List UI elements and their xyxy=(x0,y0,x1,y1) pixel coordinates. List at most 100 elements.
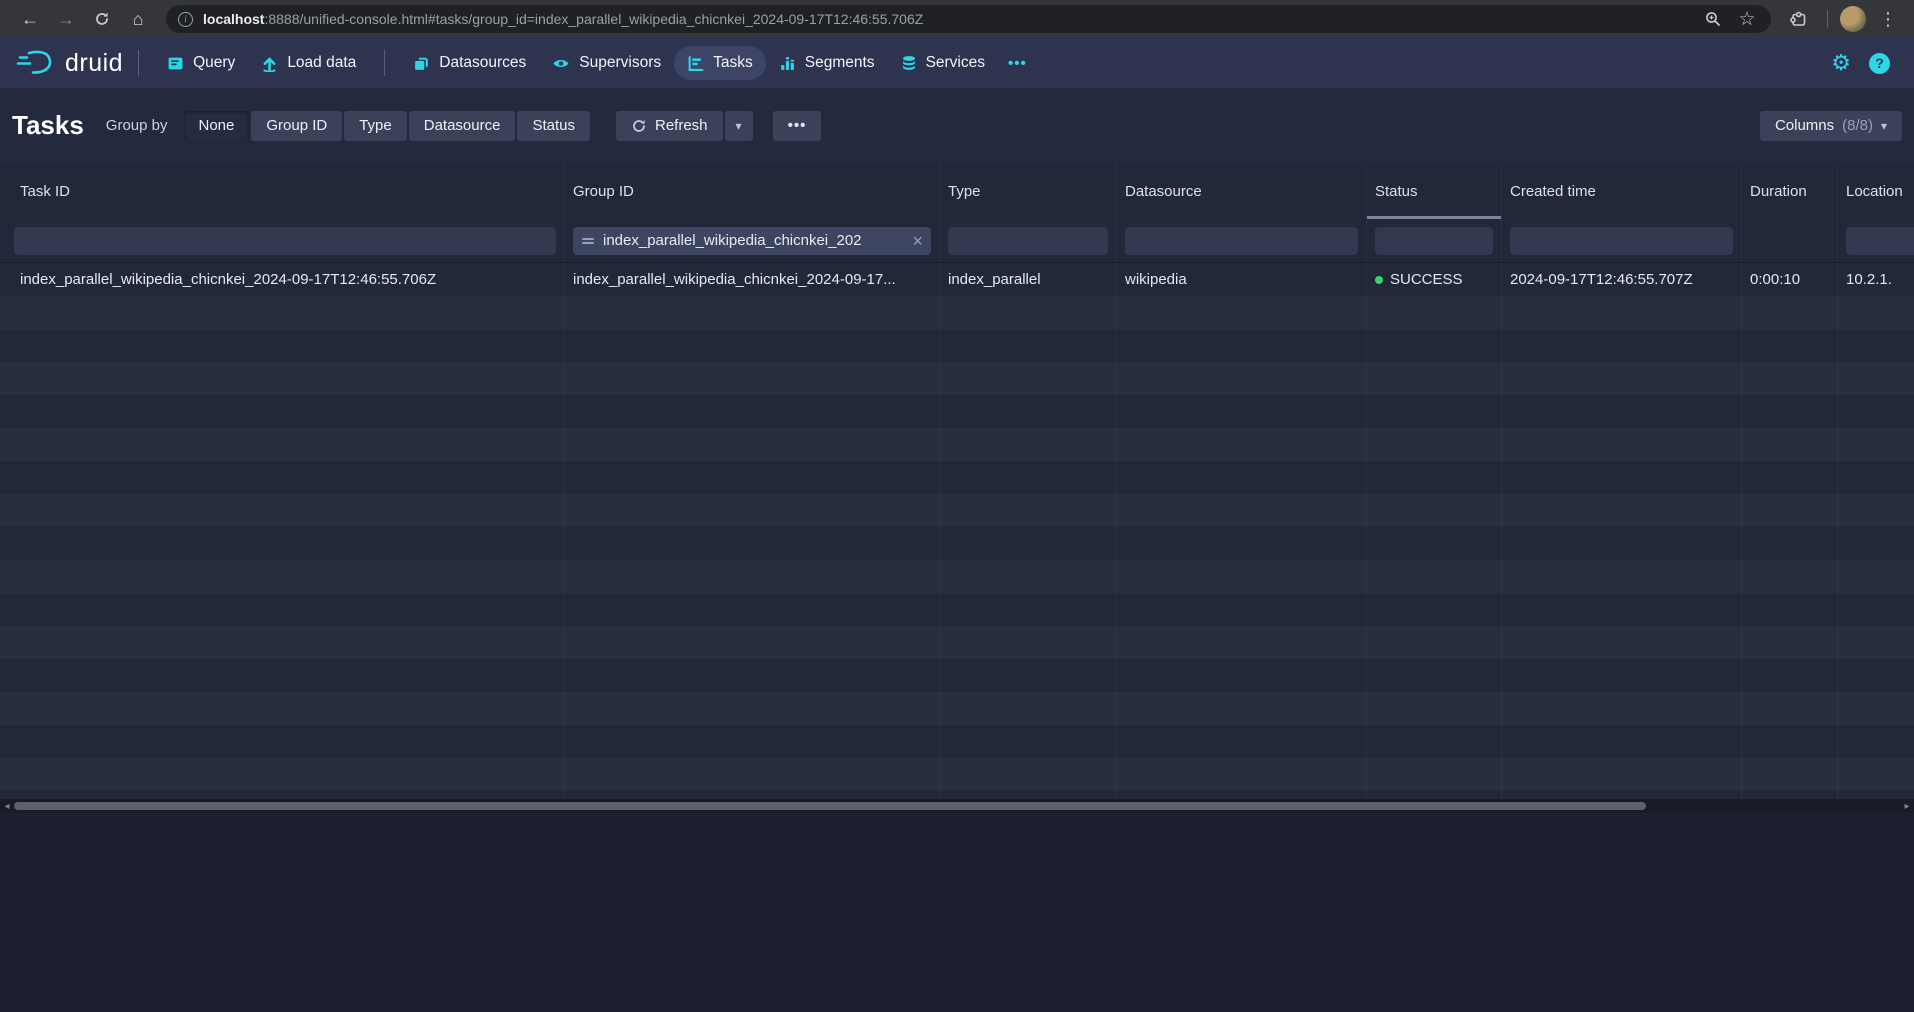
column-header-created-time[interactable]: Created time xyxy=(1502,163,1742,219)
empty-cell xyxy=(1117,725,1367,758)
column-header-location[interactable]: Location xyxy=(1838,163,1914,219)
cell-task-id[interactable]: index_parallel_wikipedia_chicnkei_2024-0… xyxy=(0,263,565,296)
column-header-type[interactable]: Type xyxy=(940,163,1117,219)
table-row-empty xyxy=(0,626,1914,659)
group-id-filter-chip[interactable]: index_parallel_wikipedia_chicnkei_202 × xyxy=(573,227,931,255)
empty-cell xyxy=(1117,461,1367,494)
bookmark-star-icon[interactable]: ☆ xyxy=(1735,4,1759,34)
cell-status[interactable]: SUCCESS xyxy=(1367,263,1502,296)
nav-item-tasks[interactable]: Tasks xyxy=(674,46,766,80)
reload-icon[interactable] xyxy=(86,4,118,34)
empty-cell xyxy=(1838,659,1914,692)
empty-cell xyxy=(1367,758,1502,791)
query-icon xyxy=(167,55,184,72)
empty-cell xyxy=(1367,560,1502,593)
bar-chart-icon xyxy=(779,55,796,72)
column-header-datasource[interactable]: Datasource xyxy=(1117,163,1367,219)
empty-cell xyxy=(1838,626,1914,659)
refresh-icon xyxy=(631,118,647,134)
columns-button[interactable]: Columns (8/8) ▾ xyxy=(1760,111,1902,141)
empty-cell xyxy=(1838,362,1914,395)
settings-gear-icon[interactable]: ⚙ xyxy=(1821,50,1861,76)
chevron-down-icon: ▾ xyxy=(736,119,742,133)
empty-cell xyxy=(0,395,565,428)
empty-cell xyxy=(1502,395,1742,428)
empty-cell xyxy=(1838,725,1914,758)
nav-item-services[interactable]: Services xyxy=(888,46,998,80)
empty-cell xyxy=(1367,395,1502,428)
clear-filter-icon[interactable]: × xyxy=(912,232,923,250)
cell-created-time[interactable]: 2024-09-17T12:46:55.707Z xyxy=(1502,263,1742,296)
nav-item-datasources[interactable]: Datasources xyxy=(400,46,539,80)
nav-item-segments[interactable]: Segments xyxy=(766,46,888,80)
group-by-datasource-button[interactable]: Datasource xyxy=(409,111,516,141)
cell-group-id[interactable]: index_parallel_wikipedia_chicnkei_2024-0… xyxy=(565,263,940,296)
scroll-left-icon[interactable]: ◂ xyxy=(0,799,14,813)
task-id-filter-input[interactable] xyxy=(14,227,556,255)
column-header-task-id[interactable]: Task ID xyxy=(0,163,565,219)
tasks-table: Task ID Group ID Type Datasource Status … xyxy=(0,163,1914,813)
more-actions-button[interactable]: ••• xyxy=(773,111,822,141)
address-bar[interactable]: i localhost:8888/unified-console.html#ta… xyxy=(166,5,1771,33)
help-icon[interactable]: ? xyxy=(1869,53,1890,74)
browser-toolbar: ← → ⌂ i localhost:8888/unified-console.h… xyxy=(0,0,1914,38)
column-header-duration[interactable]: Duration xyxy=(1742,163,1838,219)
cell-location[interactable]: 10.2.1. xyxy=(1838,263,1914,296)
forward-icon[interactable]: → xyxy=(50,4,82,34)
empty-cell xyxy=(1117,626,1367,659)
location-filter-input[interactable] xyxy=(1846,227,1914,255)
table-row-empty xyxy=(0,494,1914,527)
status-text: SUCCESS xyxy=(1390,271,1463,288)
nav-more-icon[interactable]: ••• xyxy=(998,47,1037,80)
empty-cell xyxy=(1502,659,1742,692)
cell-duration[interactable]: 0:00:10 xyxy=(1742,263,1838,296)
empty-cell xyxy=(565,461,940,494)
gantt-icon xyxy=(687,55,704,72)
empty-cell xyxy=(1838,593,1914,626)
table-row[interactable]: index_parallel_wikipedia_chicnkei_2024-0… xyxy=(0,263,1914,296)
horizontal-scrollbar[interactable]: ◂ ▸ xyxy=(0,799,1914,813)
nav-item-load-data[interactable]: Load data xyxy=(248,46,369,80)
group-by-type-button[interactable]: Type xyxy=(344,111,407,141)
empty-cell xyxy=(1117,593,1367,626)
empty-cell xyxy=(0,560,565,593)
group-by-none-button[interactable]: None xyxy=(184,111,250,141)
empty-cell xyxy=(565,494,940,527)
scroll-right-icon[interactable]: ▸ xyxy=(1900,799,1914,813)
cell-type[interactable]: index_parallel xyxy=(940,263,1117,296)
brand-name: druid xyxy=(65,49,123,78)
empty-cell xyxy=(565,593,940,626)
empty-cell xyxy=(1367,659,1502,692)
druid-brand[interactable]: druid xyxy=(16,48,123,78)
group-by-group-id-button[interactable]: Group ID xyxy=(251,111,342,141)
layers-icon xyxy=(413,55,430,72)
column-header-status[interactable]: Status xyxy=(1367,163,1502,219)
created-time-filter-input[interactable] xyxy=(1510,227,1733,255)
page-background xyxy=(0,813,1914,1012)
empty-cell xyxy=(940,329,1117,362)
group-by-status-button[interactable]: Status xyxy=(517,111,590,141)
empty-cell xyxy=(1838,527,1914,560)
empty-cell xyxy=(0,758,565,791)
chevron-down-icon: ▾ xyxy=(1881,119,1887,133)
refresh-button[interactable]: Refresh xyxy=(616,111,723,141)
table-row-empty xyxy=(0,362,1914,395)
scrollbar-thumb[interactable] xyxy=(14,802,1646,810)
profile-avatar[interactable] xyxy=(1840,6,1866,32)
nav-item-query[interactable]: Query xyxy=(154,46,248,80)
home-icon[interactable]: ⌂ xyxy=(122,4,154,34)
back-icon[interactable]: ← xyxy=(14,4,46,34)
extensions-icon[interactable] xyxy=(1783,4,1815,34)
nav-item-supervisors[interactable]: Supervisors xyxy=(539,46,674,80)
browser-menu-icon[interactable]: ⋮ xyxy=(1872,4,1904,34)
zoom-icon[interactable] xyxy=(1701,4,1725,34)
type-filter-input[interactable] xyxy=(948,227,1108,255)
refresh-interval-caret-button[interactable]: ▾ xyxy=(725,111,753,141)
status-dot xyxy=(1375,276,1383,284)
nav-item-label: Segments xyxy=(805,54,875,72)
status-filter-input[interactable] xyxy=(1375,227,1493,255)
column-header-group-id[interactable]: Group ID xyxy=(565,163,940,219)
cell-datasource[interactable]: wikipedia xyxy=(1117,263,1367,296)
datasource-filter-input[interactable] xyxy=(1125,227,1358,255)
site-info-icon[interactable]: i xyxy=(178,12,193,27)
